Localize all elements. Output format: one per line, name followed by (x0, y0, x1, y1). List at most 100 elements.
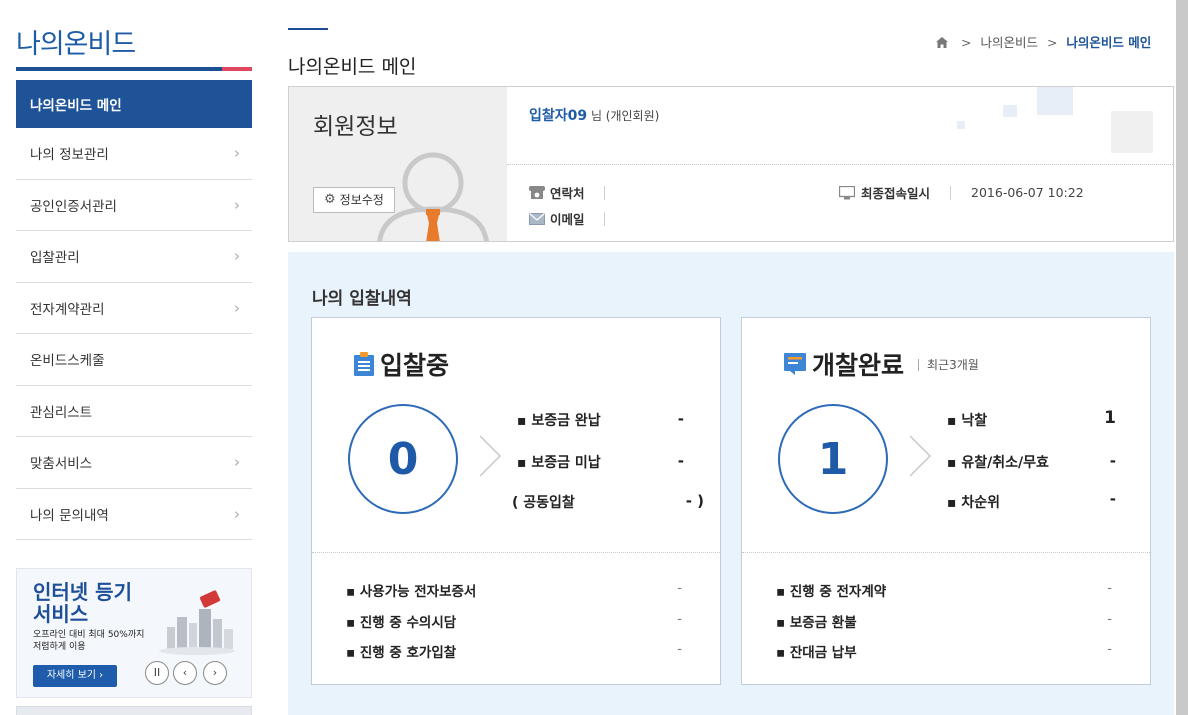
monitor-icon (839, 185, 855, 199)
member-info-heading: 회원정보 (313, 114, 398, 140)
sidebar-item-bid[interactable]: 입찰관리 › (16, 231, 252, 283)
member-type: 님 (개인회원) (587, 109, 660, 123)
sidebar-item-label: 맞춤서비스 (30, 456, 93, 473)
stat-deposit-paid-value: - (677, 410, 684, 428)
dotted-divider (507, 164, 1173, 165)
sidebar-bottom-box (16, 706, 252, 715)
stat-won: ▪ 낙찰 (947, 413, 988, 429)
contact-row: 연락처 (529, 183, 605, 202)
buildings-illustration-icon (159, 590, 235, 655)
last-login-value: 2016-06-07 10:22 (971, 185, 1084, 200)
banner-detail-button[interactable]: 자세히 보기 › (33, 665, 117, 687)
sidebar-item-info[interactable]: 나의 정보관리 › (16, 128, 252, 180)
pause-icon[interactable]: II (145, 661, 169, 685)
bid-history-title: 나의 입찰내역 (312, 289, 412, 309)
sidebar-title-underline (16, 67, 252, 71)
sidebar-menu: 나의온비드 메인 나의 정보관리 › 공인인증서관리 › 입찰관리 › 전자계약… (16, 80, 252, 540)
member-info-box: 회원정보 ⚙ 정보수정 입찰자09 님 (개인회원) 연락처 이메일 최종접속일… (288, 86, 1174, 242)
chevron-right-icon: › (234, 247, 240, 266)
registry-banner[interactable]: 인터넷 등기 서비스 오프라인 대비 최대 50%까지 저렴하게 이용 자세히 … (16, 568, 252, 698)
row-balance-payment-value: - (1107, 642, 1112, 657)
sidebar-item-watchlist[interactable]: 관심리스트 (16, 385, 252, 437)
stat-runner-up: ▪ 차순위 (947, 495, 1001, 511)
sidebar-title: 나의온비드 (16, 29, 136, 60)
chevron-right-icon (479, 435, 502, 477)
chevron-right-icon (909, 435, 932, 477)
clipboard-icon (354, 352, 374, 376)
opened-card-subtitle: 최근3개월 (918, 356, 979, 373)
decor-square (1037, 87, 1073, 115)
sidebar-item-label: 나의 정보관리 (30, 147, 109, 164)
bidding-card-title: 입찰중 (354, 346, 449, 382)
home-icon[interactable] (936, 37, 948, 48)
contact-label: 연락처 (550, 186, 585, 201)
row-private-negotiation[interactable]: ▪ 진행 중 수의시담 (346, 611, 456, 631)
main-content: 나의온비드 메인 > 나의온비드 > 나의온비드 메인 회원정보 ⚙ 정보수정 … (288, 0, 1176, 715)
sidebar-item-inquiry[interactable]: 나의 문의내역 › (16, 488, 252, 540)
sidebar: 나의온비드 나의온비드 메인 나의 정보관리 › 공인인증서관리 › 입찰관리 … (16, 0, 252, 715)
row-e-guarantee[interactable]: ▪ 사용가능 전자보증서 (346, 580, 476, 600)
title-accent-bar (288, 28, 328, 30)
opened-card: 개찰완료 최근3개월 1 ▪ 낙찰 1 ▪ 유찰/취소/무효 - ▪ 차순위 -… (741, 317, 1151, 685)
bidding-count[interactable]: 0 (348, 404, 458, 514)
sidebar-item-custom[interactable]: 맞춤서비스 › (16, 437, 252, 489)
sidebar-item-label: 입찰관리 (30, 250, 80, 267)
row-private-negotiation-value: - (677, 612, 682, 627)
sidebar-item-label: 온비드스케줄 (30, 353, 105, 370)
decor-square (1111, 111, 1153, 153)
decor-square (1003, 105, 1017, 117)
stat-joint-bid-value: - ) (685, 492, 704, 510)
member-name-row: 입찰자09 님 (개인회원) (529, 105, 659, 125)
phone-icon (529, 186, 545, 199)
stat-deposit-paid: ▪ 보증금 완납 (517, 413, 601, 429)
stat-runner-up-value: - (1109, 490, 1116, 508)
sidebar-item-main[interactable]: 나의온비드 메인 (16, 80, 252, 128)
chevron-right-icon: › (234, 298, 240, 317)
stat-failed-value: - (1109, 452, 1116, 470)
row-deposit-refund[interactable]: ▪ 보증금 환불 (776, 611, 857, 631)
sidebar-item-certificate[interactable]: 공인인증서관리 › (16, 179, 252, 231)
chevron-right-icon: › (234, 504, 240, 523)
stat-won-value[interactable]: 1 (1086, 408, 1116, 428)
chevron-right-icon: › (234, 453, 240, 472)
opened-card-title: 개찰완료 최근3개월 (784, 346, 979, 382)
decor-square (957, 121, 965, 129)
chevron-right-icon: › (234, 195, 240, 214)
separator (603, 211, 605, 226)
sidebar-item-contract[interactable]: 전자계약관리 › (16, 282, 252, 334)
bid-history-panel: 나의 입찰내역 입찰중 0 ▪ 보증금 완납 - ▪ 보증금 미납 - (공동… (288, 252, 1174, 715)
document-icon (784, 353, 806, 375)
row-e-contract[interactable]: ▪ 진행 중 전자계약 (776, 580, 886, 600)
page-frame: 나의온비드 나의온비드 메인 나의 정보관리 › 공인인증서관리 › 입찰관리 … (0, 0, 1176, 715)
sidebar-item-schedule[interactable]: 온비드스케줄 (16, 334, 252, 386)
page-title: 나의온비드 메인 (288, 56, 417, 78)
row-auction-bid-value: - (677, 642, 682, 657)
separator (603, 185, 605, 200)
chevron-right-icon[interactable]: › (203, 661, 227, 685)
member-name: 입찰자09 (529, 108, 588, 124)
stat-deposit-unpaid: ▪ 보증금 미납 (517, 455, 601, 471)
bidding-card: 입찰중 0 ▪ 보증금 완납 - ▪ 보증금 미납 - ( 공동입찰 - ) ▪… (311, 317, 721, 685)
stat-joint-bid: ( 공동입찰 (512, 495, 575, 511)
breadcrumb-current: 나의온비드 메인 (1066, 35, 1152, 50)
mail-icon (529, 212, 545, 225)
row-e-contract-value: - (1107, 581, 1112, 596)
sidebar-item-label: 전자계약관리 (30, 301, 105, 318)
opened-count[interactable]: 1 (778, 404, 888, 514)
chevron-left-icon[interactable]: ‹ (173, 661, 197, 685)
sidebar-item-label: 나의온비드 메인 (30, 98, 122, 114)
email-row: 이메일 (529, 209, 605, 228)
last-login-row: 최종접속일시 2016-06-07 10:22 (839, 183, 1084, 202)
stat-deposit-unpaid-value: - (677, 452, 684, 470)
row-auction-bid[interactable]: ▪ 진행 중 호가입찰 (346, 641, 456, 661)
dotted-divider (742, 552, 1150, 553)
email-label: 이메일 (550, 212, 585, 227)
sidebar-item-label: 관심리스트 (30, 404, 93, 421)
sidebar-item-label: 나의 문의내역 (30, 507, 109, 524)
stat-failed: ▪ 유찰/취소/무효 (947, 455, 1049, 471)
row-balance-payment[interactable]: ▪ 잔대금 납부 (776, 641, 857, 661)
breadcrumb-parent[interactable]: 나의온비드 (980, 35, 1038, 50)
edit-info-button[interactable]: ⚙ 정보수정 (313, 187, 395, 213)
gear-icon: ⚙ (324, 192, 336, 207)
edit-info-label: 정보수정 (339, 193, 384, 207)
